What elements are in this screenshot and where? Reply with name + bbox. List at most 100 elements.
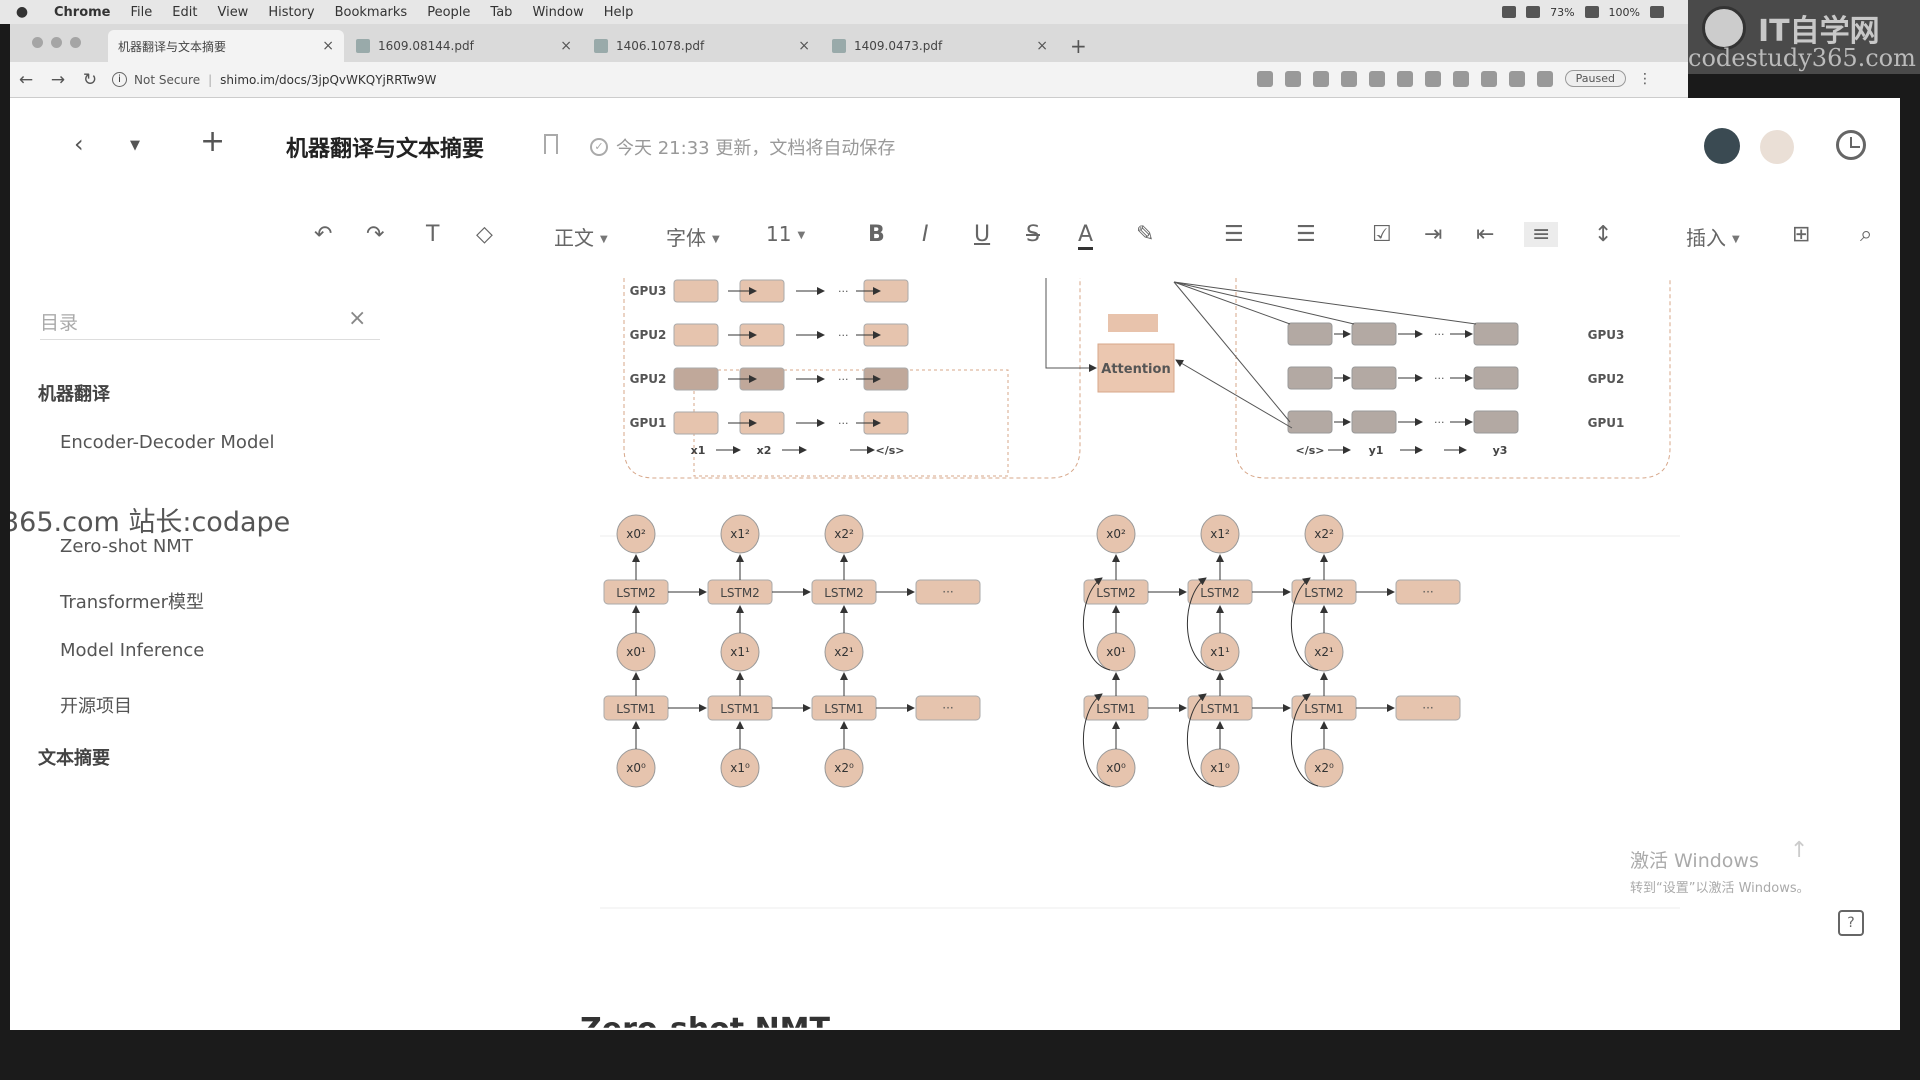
decoder-cell: [1473, 366, 1519, 390]
outdent-icon[interactable]: ⇤: [1476, 222, 1494, 247]
apple-icon[interactable]: ●: [0, 4, 44, 20]
menu-file[interactable]: File: [121, 5, 163, 20]
kebab-menu-icon[interactable]: ⋮: [1638, 71, 1652, 87]
bullet-list-icon[interactable]: ☰: [1296, 222, 1316, 247]
menu-edit[interactable]: Edit: [162, 5, 207, 20]
display-icon[interactable]: [1526, 6, 1541, 18]
underline-button[interactable]: U: [974, 222, 990, 247]
ellipsis: ···: [838, 285, 849, 298]
toc-item[interactable]: Model Inference: [60, 640, 204, 661]
extension-icon[interactable]: [1536, 70, 1553, 87]
cloud-icon[interactable]: [1502, 6, 1517, 18]
browser-tab[interactable]: 1406.1078.pdf ×: [584, 30, 820, 62]
menu-history[interactable]: History: [258, 5, 324, 20]
redo-icon[interactable]: ↷: [366, 222, 384, 247]
battery-icon[interactable]: [1650, 6, 1664, 18]
align-icon[interactable]: ≡: [1524, 222, 1559, 247]
gpu-label: GPU3: [630, 284, 667, 298]
close-icon[interactable]: ×: [348, 306, 366, 331]
toc-item[interactable]: 文本摘要: [38, 744, 110, 770]
extension-icon[interactable]: [1340, 70, 1357, 87]
extension-icon[interactable]: [1508, 70, 1525, 87]
minimize-window-button[interactable]: [51, 37, 62, 48]
line-spacing-icon[interactable]: ↕: [1594, 222, 1612, 247]
table-grid-icon[interactable]: ⊞: [1792, 222, 1810, 247]
lstm-label: LSTM2: [1200, 586, 1240, 600]
star-icon[interactable]: [1284, 70, 1301, 87]
close-tab-icon[interactable]: ×: [1036, 38, 1048, 54]
new-tab-button[interactable]: +: [1070, 30, 1087, 62]
scroll-to-top-icon[interactable]: ↑: [1790, 838, 1808, 863]
close-tab-icon[interactable]: ×: [798, 38, 810, 54]
close-window-button[interactable]: [32, 37, 43, 48]
toc-item[interactable]: Transformer模型: [60, 588, 204, 614]
decoder-inputs: </s> y1 y3: [1296, 444, 1508, 457]
paragraph-style-select[interactable]: 正文 ▼: [554, 222, 608, 251]
gpu-label: GPU1: [1588, 416, 1625, 430]
new-doc-plus-icon[interactable]: +: [200, 124, 225, 159]
eraser-icon[interactable]: ◇: [476, 222, 493, 247]
extension-icon[interactable]: [1312, 70, 1329, 87]
info-icon[interactable]: i: [112, 72, 127, 87]
menu-view[interactable]: View: [207, 5, 258, 20]
italic-button[interactable]: I: [922, 222, 929, 247]
font-family-select[interactable]: 字体 ▼: [666, 222, 720, 251]
lstm-stack-right: x0² LSTM2 x0¹ LSTM1 x0⁰ x1² LSTM2 x1¹ LSTM1 x1⁰ x2…: [1083, 514, 1461, 788]
lstm-label: LSTM1: [616, 702, 656, 716]
browser-tab[interactable]: 1609.08144.pdf ×: [346, 30, 582, 62]
undo-icon[interactable]: ↶: [314, 222, 332, 247]
zoom-window-button[interactable]: [70, 37, 81, 48]
forward-icon[interactable]: →: [42, 70, 74, 90]
extension-icon[interactable]: [1452, 70, 1469, 87]
screen-bottom-bar: [0, 1030, 1920, 1080]
back-icon[interactable]: ←: [10, 70, 42, 90]
checklist-icon[interactable]: ☑: [1372, 222, 1392, 247]
extension-icon[interactable]: [1480, 70, 1497, 87]
menu-tab[interactable]: Tab: [480, 5, 522, 20]
menu-chrome[interactable]: Chrome: [44, 5, 121, 20]
toc-item[interactable]: 开源项目: [60, 692, 132, 718]
avatar[interactable]: [1760, 130, 1794, 164]
search-doc-icon[interactable]: ⌕: [1860, 222, 1872, 247]
format-painter-icon[interactable]: T: [426, 222, 439, 247]
bookmark-icon[interactable]: [544, 134, 558, 154]
encoder-input: x2: [757, 444, 772, 457]
menu-window[interactable]: Window: [522, 5, 593, 20]
browser-tab[interactable]: 1409.0473.pdf ×: [822, 30, 1058, 62]
reload-icon[interactable]: ↻: [74, 70, 106, 90]
url-text[interactable]: shimo.im/docs/3jpQvWKQYjRRTw9W: [220, 73, 436, 87]
toc-item[interactable]: Encoder-Decoder Model: [60, 432, 274, 453]
toc-header[interactable]: 目录: [40, 306, 380, 340]
zoom-icon[interactable]: [1256, 70, 1273, 87]
menu-help[interactable]: Help: [594, 5, 644, 20]
toc-item[interactable]: 机器翻译: [38, 380, 110, 406]
menu-people[interactable]: People: [417, 5, 480, 20]
close-tab-icon[interactable]: ×: [560, 38, 572, 54]
close-tab-icon[interactable]: ×: [322, 38, 334, 54]
address-bar[interactable]: i Not Secure | shimo.im/docs/3jpQvWKQYjR…: [112, 72, 436, 87]
toc-item[interactable]: Zero-shot NMT: [60, 536, 193, 557]
browser-tab-active[interactable]: 机器翻译与文本摘要 ×: [108, 30, 344, 62]
bold-button[interactable]: B: [868, 222, 885, 247]
text-color-button[interactable]: A: [1078, 222, 1094, 250]
avatar[interactable]: [1704, 128, 1740, 164]
extension-icon[interactable]: [1396, 70, 1413, 87]
font-size-select[interactable]: 11 ▼: [766, 222, 805, 246]
back-chevron-icon[interactable]: ‹: [74, 130, 84, 158]
ordered-list-icon[interactable]: ☰: [1224, 222, 1244, 247]
strikethrough-button[interactable]: S: [1026, 222, 1040, 247]
indent-icon[interactable]: ⇥: [1424, 222, 1442, 247]
help-icon[interactable]: ?: [1838, 910, 1864, 936]
insert-menu[interactable]: 插入 ▼: [1686, 222, 1740, 251]
wifi-icon[interactable]: [1584, 6, 1599, 18]
dropdown-caret-icon[interactable]: ▼: [130, 138, 140, 153]
extension-icon[interactable]: [1368, 70, 1385, 87]
extension-icon[interactable]: [1424, 70, 1441, 87]
highlight-icon[interactable]: ✎: [1136, 222, 1154, 247]
history-icon[interactable]: [1836, 130, 1866, 160]
menu-bookmarks[interactable]: Bookmarks: [325, 5, 418, 20]
profile-paused-button[interactable]: Paused: [1564, 70, 1626, 87]
tab-label: 1609.08144.pdf: [378, 39, 474, 53]
decoder-cell: [1287, 322, 1333, 346]
doc-title[interactable]: 机器翻译与文本摘要: [286, 131, 484, 163]
